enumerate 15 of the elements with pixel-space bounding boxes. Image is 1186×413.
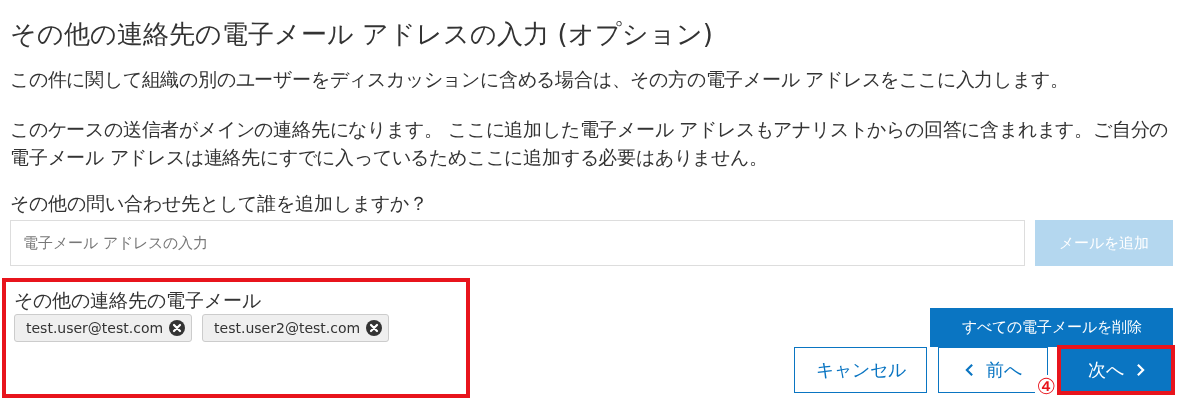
email-input-field[interactable]: 電子メール アドレスの入力 bbox=[10, 220, 1025, 266]
cancel-button[interactable]: キャンセル bbox=[794, 347, 927, 393]
page-title: その他の連絡先の電子メール アドレスの入力 (オプション) bbox=[10, 18, 714, 51]
remove-icon[interactable] bbox=[366, 320, 383, 336]
contacts-label: その他の連絡先の電子メール bbox=[14, 288, 262, 312]
remove-icon[interactable] bbox=[169, 320, 186, 336]
email-address: test.user@test.com bbox=[26, 320, 164, 336]
description-text: このケースの送信者がメインの連絡先になります。 ここに追加した電子メール アドレスもアナリストからの回答に含まれます。ご自分の電子メール アドレスは連絡先にすでに入っているためここに追加する必要はありません。 bbox=[10, 118, 1170, 170]
chevron-left-icon bbox=[964, 363, 974, 377]
next-button[interactable]: 次へ bbox=[1059, 347, 1173, 393]
chevron-right-icon bbox=[1135, 363, 1145, 377]
description-text: この件に関して組織の別のユーザーをディスカッションに含める場合は、その方の電子メール アドレスをここに入力します。 bbox=[10, 68, 1070, 92]
field-label: その他の問い合わせ先として誰を追加しますか？ bbox=[10, 191, 429, 216]
remove-all-button[interactable]: すべての電子メールを削除 bbox=[930, 308, 1173, 347]
email-address: test.user2@test.com bbox=[214, 320, 361, 336]
